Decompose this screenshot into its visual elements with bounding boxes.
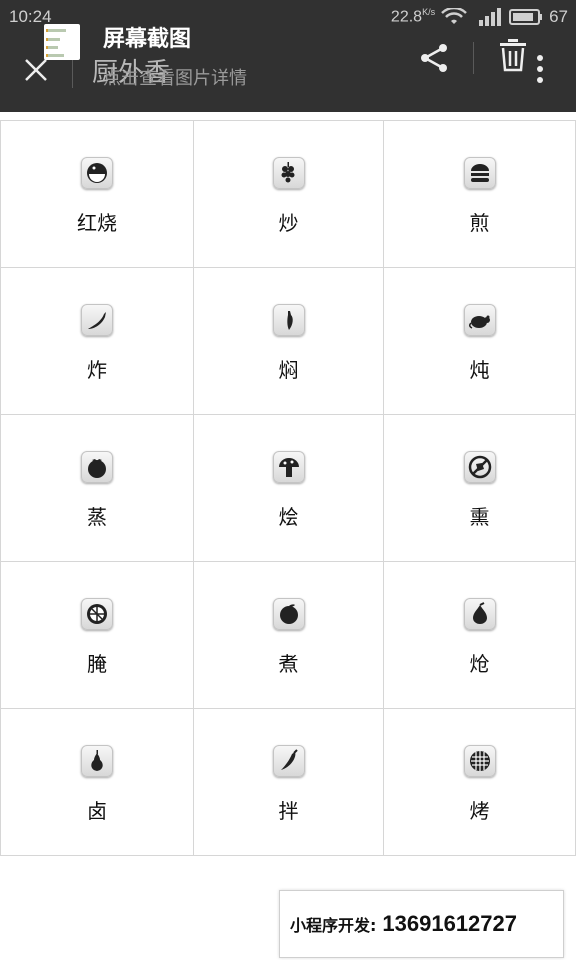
grid-item-label: 煎 — [469, 211, 490, 235]
screenshot-thumbnail[interactable] — [44, 24, 80, 60]
signal-icon — [479, 8, 502, 26]
contact-label: 小程序开发: — [290, 916, 377, 935]
grid-item-label: 炖 — [469, 358, 490, 382]
grid-item[interactable]: 烩 — [193, 414, 383, 561]
contact-phone[interactable]: 13691612727 — [382, 911, 517, 937]
network-speed-unit: K/s — [422, 7, 436, 18]
pear-icon — [81, 745, 113, 777]
grid-item[interactable]: 煎 — [383, 120, 576, 267]
header-divider-2 — [473, 42, 474, 74]
grid-item-label: 拌 — [278, 799, 299, 823]
screenshot-notification-subtitle[interactable]: 点击查看图片详情 — [103, 64, 247, 90]
battery-icon — [509, 9, 543, 25]
grapes-icon — [272, 157, 305, 189]
more-options-icon[interactable] — [536, 54, 544, 84]
close-icon[interactable] — [22, 56, 50, 84]
network-speed: 22.8K/s — [391, 7, 435, 26]
network-speed-value: 22.8 — [390, 8, 423, 26]
no-food-icon — [463, 451, 496, 483]
grid-item[interactable]: 烤 — [383, 708, 576, 856]
wifi-icon — [441, 8, 467, 24]
grid-item-label: 红烧 — [77, 211, 117, 235]
status-bar: 10:24 22.8K/s 67 — [0, 0, 576, 34]
contact-box: 小程序开发: 13691612727 — [279, 890, 564, 958]
trash-icon[interactable] — [498, 38, 528, 72]
grid-item-label: 炸 — [87, 358, 107, 382]
plum-icon — [272, 598, 305, 630]
burger-icon — [463, 157, 496, 189]
grid-item[interactable]: 蒸 — [0, 414, 193, 561]
grid-item-label: 熏 — [469, 505, 490, 529]
grid-item[interactable]: 拌 — [193, 708, 383, 856]
grid-item[interactable]: 腌 — [0, 561, 193, 708]
pie-icon — [463, 745, 496, 777]
grid-item[interactable]: 煮 — [193, 561, 383, 708]
mushroom-icon — [272, 451, 305, 483]
share-icon[interactable] — [418, 42, 450, 74]
fig-icon — [463, 598, 496, 630]
cooking-method-grid: 红烧 炒 煎炸 焖 炖蒸 烩 熏腌 煮 炝卤 拌 烤 — [0, 120, 576, 856]
grid-item[interactable]: 红烧 — [0, 120, 193, 267]
screenshot-notification-title[interactable]: 屏幕截图 — [103, 21, 191, 53]
grid-item-label: 煮 — [278, 652, 299, 676]
chili-icon — [81, 304, 113, 336]
grid-item-label: 蒸 — [87, 505, 107, 529]
grid-item[interactable]: 焖 — [193, 267, 383, 414]
grid-item-label: 卤 — [87, 799, 107, 823]
grid-item-label: 烩 — [278, 505, 299, 529]
grid-item[interactable]: 炸 — [0, 267, 193, 414]
orange-slice-icon — [81, 598, 113, 630]
hot-pepper-icon — [272, 745, 305, 777]
grid-item[interactable]: 炒 — [193, 120, 383, 267]
pepper-icon — [272, 304, 305, 336]
grid-item-label: 炒 — [278, 211, 299, 235]
grid-item[interactable]: 卤 — [0, 708, 193, 856]
grid-item[interactable]: 熏 — [383, 414, 576, 561]
grid-item-label: 烤 — [469, 799, 490, 823]
mouse-icon — [463, 304, 496, 336]
grid-item-label: 腌 — [87, 652, 107, 676]
grid-item-label: 焖 — [278, 358, 299, 382]
tomato-icon — [81, 451, 113, 483]
grid-item[interactable]: 炖 — [383, 267, 576, 414]
status-indicators: 22.8K/s 67 — [391, 7, 568, 27]
header-divider — [72, 58, 73, 88]
grid-item[interactable]: 炝 — [383, 561, 576, 708]
header: 厨外香 屏幕截图 点击查看图片详情 — [0, 24, 576, 112]
battery-level: 67 — [549, 7, 568, 26]
coconut-icon — [81, 157, 113, 189]
grid-item-label: 炝 — [469, 652, 490, 676]
